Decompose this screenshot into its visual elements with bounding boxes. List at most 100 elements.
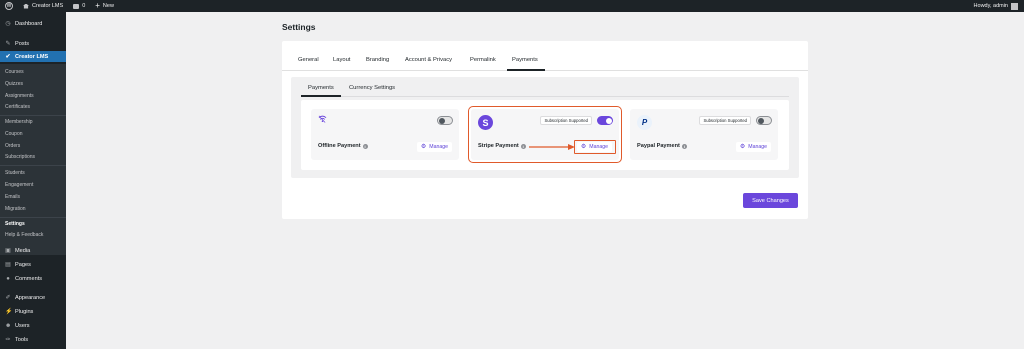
submenu-quizzes[interactable]: Quizzes <box>5 80 23 89</box>
gear-icon: ⚙ <box>739 144 746 150</box>
sidebar-item-label: Posts <box>15 40 29 47</box>
payment-name-label: Offline Payment <box>318 143 361 149</box>
tab-layout[interactable]: Layout <box>333 57 350 63</box>
toggle-knob <box>758 118 764 124</box>
sidebar-item-label: Pages <box>15 261 31 268</box>
howdy-text: Howdy, admin <box>973 3 1008 9</box>
subtabs-divider <box>301 96 789 97</box>
manage-label: Manage <box>748 144 767 150</box>
sidebar-item-media[interactable]: ▣ Media <box>0 245 66 256</box>
subtab-currency-settings[interactable]: Currency Settings <box>349 85 395 91</box>
users-icon: ☻ <box>5 322 12 329</box>
sidebar-item-creator-lms[interactable]: ✔ Creator LMS <box>0 51 66 62</box>
submenu-emails[interactable]: Emails <box>5 193 20 202</box>
comments-link[interactable]: 0 <box>68 0 90 12</box>
sidebar-item-label: Plugins <box>15 308 34 315</box>
offline-payment-toggle[interactable] <box>437 116 453 125</box>
submenu-migration[interactable]: Migration <box>5 205 26 214</box>
dashboard-icon: ◷ <box>5 20 11 27</box>
admin-sidebar: ◷ Dashboard ✎ Posts ✔ Creator LMS Course… <box>0 12 66 349</box>
sidebar-item-label: Dashboard <box>15 20 43 27</box>
pin-icon: ✎ <box>5 40 11 47</box>
manage-label: Manage <box>429 144 448 150</box>
comments-count: 0 <box>82 3 86 9</box>
paypal-payment-name: Paypal Payment i <box>637 143 687 149</box>
tab-payments[interactable]: Payments <box>512 57 538 63</box>
info-icon[interactable]: i <box>681 143 687 149</box>
offline-payment-card: Offline Payment i ⚙ Manage <box>311 109 459 160</box>
comment-icon: ● <box>6 275 10 282</box>
tab-branding[interactable]: Branding <box>366 57 389 63</box>
submenu-divider <box>0 115 66 116</box>
submenu-divider <box>0 165 66 166</box>
active-subtab-indicator <box>301 95 341 97</box>
save-changes-button[interactable]: Save Changes <box>743 193 798 208</box>
paypal-payment-toggle[interactable] <box>756 116 772 125</box>
pages-icon: ▤ <box>5 261 11 268</box>
sidebar-item-dashboard[interactable]: ◷ Dashboard <box>0 18 66 29</box>
subscription-supported-badge: Subscription Supported <box>699 116 751 125</box>
site-name: Creator LMS <box>32 3 64 9</box>
gear-icon: ⚙ <box>420 144 427 150</box>
plus-icon: + <box>95 1 100 10</box>
sidebar-item-appearance[interactable]: ✐ Appearance <box>0 292 66 303</box>
media-icon: ▣ <box>5 247 11 254</box>
subtab-payments[interactable]: Payments <box>308 85 334 91</box>
submenu-settings[interactable]: Settings <box>5 220 25 229</box>
submenu-certificates[interactable]: Certificates <box>5 103 30 112</box>
sidebar-item-label: Media <box>15 247 31 254</box>
toggle-knob <box>439 118 445 124</box>
wifi-icon <box>318 115 327 123</box>
tab-account-privacy[interactable]: Account & Privacy <box>405 57 452 63</box>
submenu-subscriptions[interactable]: Subscriptions <box>5 153 35 162</box>
sidebar-item-label: Appearance <box>15 294 46 301</box>
submenu-membership[interactable]: Membership <box>5 118 33 127</box>
tab-general[interactable]: General <box>298 57 319 63</box>
new-label: New <box>102 3 114 9</box>
my-account-link[interactable]: Howdy, admin <box>973 2 1024 10</box>
annotation-arrow <box>529 144 575 150</box>
sidebar-item-pages[interactable]: ▤ Pages <box>0 259 66 270</box>
sidebar-item-label: Users <box>15 322 30 329</box>
creator-lms-icon: ✔ <box>5 53 11 60</box>
sidebar-item-label: Tools <box>15 336 29 343</box>
brush-icon: ✐ <box>5 294 11 301</box>
comment-icon <box>73 3 80 9</box>
page-title: Settings <box>282 22 316 32</box>
site-name-link[interactable]: Creator LMS <box>18 0 68 12</box>
paypal-manage-button[interactable]: ⚙ Manage <box>735 142 771 152</box>
sidebar-item-posts[interactable]: ✎ Posts <box>0 38 66 49</box>
submenu-divider <box>0 217 66 218</box>
sidebar-item-label: Creator LMS <box>15 53 49 60</box>
paypal-payment-card: P Subscription Supported Paypal Payment … <box>630 109 778 160</box>
submenu-courses[interactable]: Courses <box>5 68 24 77</box>
wrench-icon: ✑ <box>5 336 11 343</box>
submenu-students[interactable]: Students <box>5 169 25 178</box>
wp-logo-menu[interactable]: W <box>0 0 18 12</box>
home-icon <box>23 3 29 9</box>
payment-name-label: Paypal Payment <box>637 143 680 149</box>
submenu-assignments[interactable]: Assignments <box>5 92 34 101</box>
tabs-divider <box>282 70 808 71</box>
tab-permalink[interactable]: Permalink <box>470 57 496 63</box>
sidebar-item-tools[interactable]: ✑ Tools <box>0 334 66 345</box>
sidebar-item-comments[interactable]: ● Comments <box>0 273 66 284</box>
admin-bar: W Creator LMS 0 + New Howdy, admin <box>0 0 1024 12</box>
active-tab-indicator <box>507 69 545 71</box>
offline-manage-button[interactable]: ⚙ Manage <box>416 142 452 152</box>
avatar <box>1011 2 1018 10</box>
info-icon[interactable]: i <box>362 143 368 149</box>
paypal-logo-icon: P <box>637 115 652 130</box>
stripe-card-highlight <box>468 106 622 163</box>
sidebar-item-label: Comments <box>15 275 43 282</box>
submenu-help-feedback[interactable]: Help & Feedback <box>5 231 43 240</box>
submenu-coupon[interactable]: Coupon <box>5 130 23 139</box>
wordpress-logo-icon: W <box>5 2 13 10</box>
submenu-engagement[interactable]: Engagement <box>5 181 33 190</box>
sidebar-item-users[interactable]: ☻ Users <box>0 320 66 331</box>
submenu-orders[interactable]: Orders <box>5 142 20 151</box>
offline-payment-name: Offline Payment i <box>318 143 368 149</box>
manage-button-highlight <box>574 140 616 154</box>
sidebar-item-plugins[interactable]: ⚡ Plugins <box>0 306 66 317</box>
new-content-link[interactable]: + New <box>90 0 119 12</box>
